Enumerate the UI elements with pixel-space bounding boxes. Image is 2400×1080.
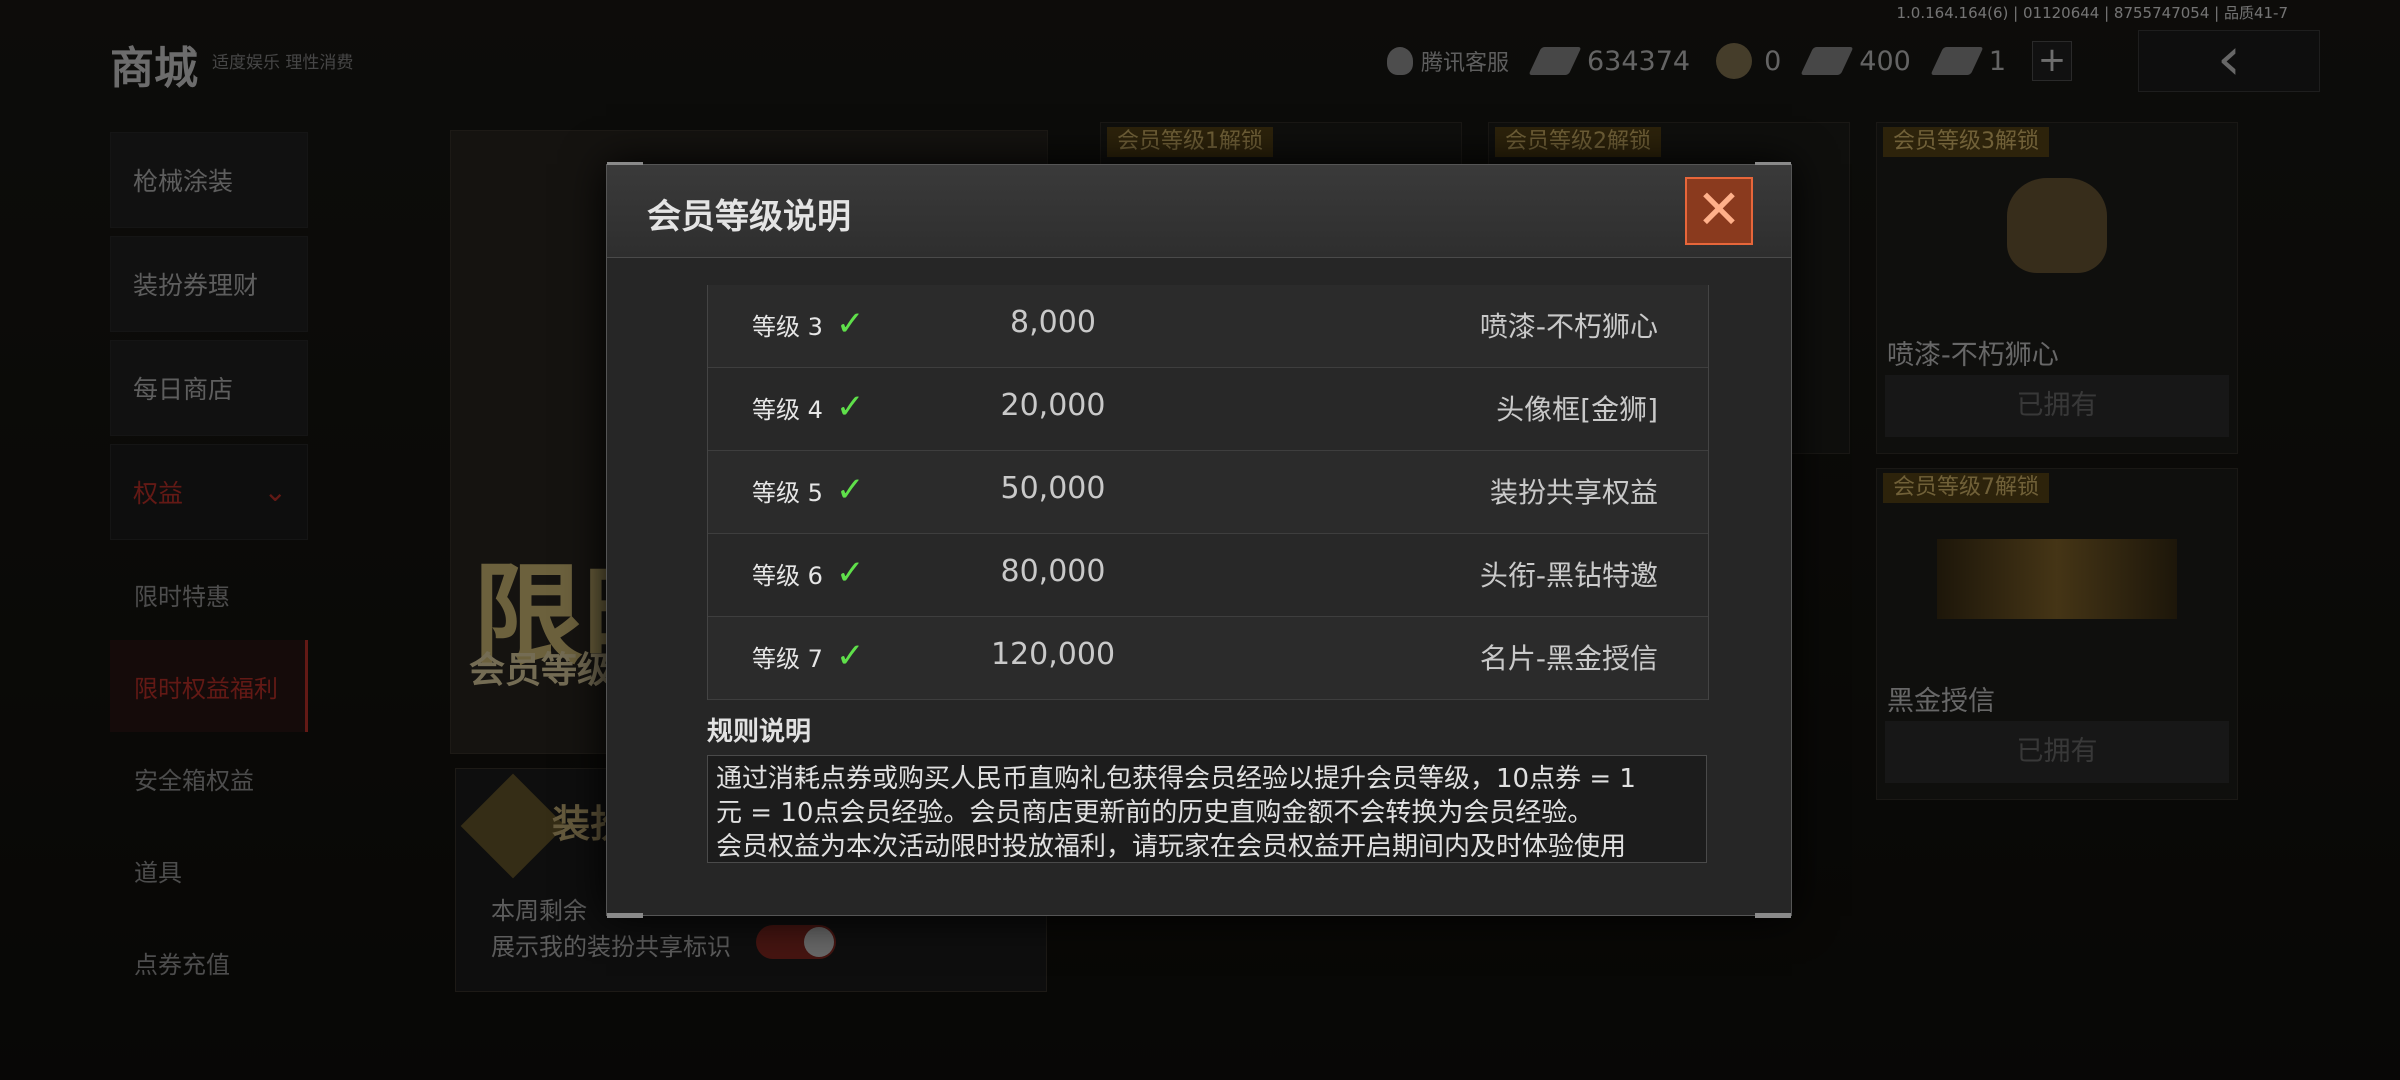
corner-decoration bbox=[1755, 913, 1791, 918]
level-label: 等级 3 bbox=[752, 313, 823, 341]
check-icon: ✓ bbox=[836, 387, 865, 427]
level-table[interactable]: 等级 3 ✓ 8,000 喷漆-不朽狮心 等级 4 ✓ 20,000 头像框[金… bbox=[707, 285, 1709, 700]
rules-line: 通过消耗点券或购买人民币直购礼包获得会员经验以提升会员等级，10点券 = 1 bbox=[716, 764, 1636, 794]
check-icon: ✓ bbox=[836, 304, 865, 344]
rules-line: 元 = 10点会员经验。会员商店更新前的历史直购金额不会转换为会员经验。 bbox=[716, 798, 1594, 828]
corner-decoration bbox=[607, 913, 643, 918]
level-reward: 头衔-黑钻特邀 bbox=[1479, 559, 1658, 592]
rules-text-box[interactable]: 通过消耗点券或购买人民币直购礼包获得会员经验以提升会员等级，10点券 = 1 元… bbox=[707, 755, 1707, 863]
level-exp: 20,000 bbox=[1000, 388, 1106, 423]
check-icon: ✓ bbox=[836, 470, 865, 510]
level-reward: 头像框[金狮] bbox=[1496, 393, 1658, 426]
level-row: 等级 5 ✓ 50,000 装扮共享权益 bbox=[708, 451, 1708, 534]
check-icon: ✓ bbox=[836, 636, 865, 676]
level-label: 等级 7 bbox=[752, 645, 823, 673]
close-button[interactable]: ✕ bbox=[1685, 177, 1753, 245]
level-reward: 装扮共享权益 bbox=[1489, 476, 1658, 509]
level-reward: 名片-黑金授信 bbox=[1479, 642, 1658, 675]
rules-line: 会员权益为本次活动限时投放福利，请玩家在会员权益开启期间内及时体验使用 bbox=[716, 832, 1627, 862]
level-label: 等级 5 bbox=[752, 479, 823, 507]
check-icon: ✓ bbox=[836, 553, 865, 593]
member-level-dialog: 会员等级说明 ✕ 等级 3 ✓ 8,000 喷漆-不朽狮心 等级 4 ✓ 20,… bbox=[606, 162, 1792, 918]
level-row: 等级 3 ✓ 8,000 喷漆-不朽狮心 bbox=[708, 285, 1708, 368]
level-row: 等级 6 ✓ 80,000 头衔-黑钻特邀 bbox=[708, 534, 1708, 617]
level-label: 等级 6 bbox=[752, 562, 823, 590]
level-exp: 120,000 bbox=[990, 637, 1116, 672]
level-exp: 8,000 bbox=[1010, 305, 1096, 340]
level-row: 等级 4 ✓ 20,000 头像框[金狮] bbox=[708, 368, 1708, 451]
level-row: 等级 7 ✓ 120,000 名片-黑金授信 bbox=[708, 617, 1708, 700]
level-exp: 80,000 bbox=[1000, 554, 1106, 589]
level-exp: 50,000 bbox=[1000, 471, 1106, 506]
level-reward: 喷漆-不朽狮心 bbox=[1479, 310, 1658, 343]
dialog-header: 会员等级说明 ✕ bbox=[607, 165, 1791, 258]
level-label: 等级 4 bbox=[752, 396, 823, 424]
rules-title: 规则说明 bbox=[707, 717, 812, 747]
dialog-title: 会员等级说明 bbox=[647, 197, 851, 237]
